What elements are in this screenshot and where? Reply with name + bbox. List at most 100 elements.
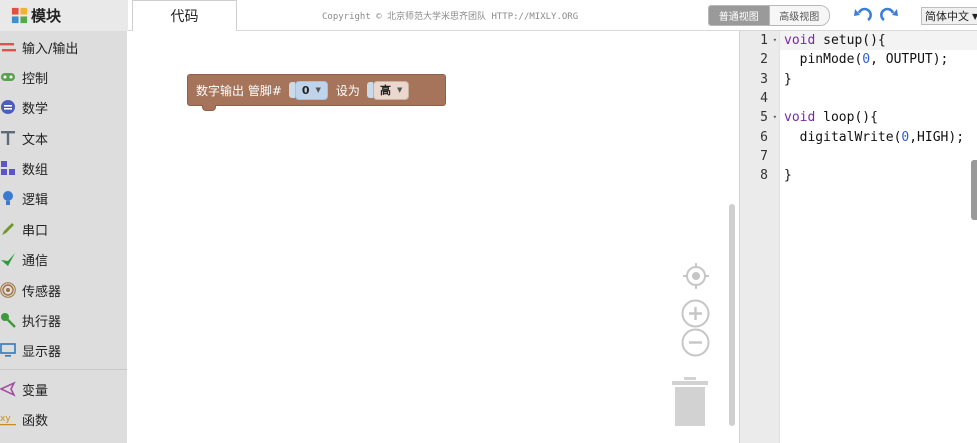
code-line[interactable]: } <box>784 70 792 89</box>
blocks-title: 模块 <box>31 7 62 25</box>
sidebar-item-math[interactable]: 数学 <box>0 93 127 121</box>
recenter-icon[interactable] <box>682 262 710 290</box>
pin-value: 0 <box>301 83 310 97</box>
sidebar-item-serial[interactable]: 串口 <box>0 215 127 243</box>
code-number: 0 <box>862 52 871 67</box>
code-keyword: void <box>784 33 816 48</box>
math-circle-icon <box>1 100 15 114</box>
sidebar-item-display[interactable]: 显示器 <box>0 336 127 364</box>
sidebar-item-communication[interactable]: 通信 <box>0 245 127 273</box>
view-switch: 普通视图 高级视图 <box>708 5 830 26</box>
code-editor[interactable]: void setup(){ pinMode(0, OUTPUT);} void l… <box>739 31 977 443</box>
code-text: loop(){ <box>815 110 878 125</box>
block-workspace[interactable]: 数字输出 管脚# 0 ▼ 设为 高 ▼ <box>127 31 739 443</box>
set-label: 设为 <box>335 83 360 98</box>
workspace-scrollbar[interactable] <box>729 204 735 426</box>
line-number: 8 <box>760 168 768 183</box>
monitor-icon <box>0 343 16 357</box>
io-arrows-icon <box>0 43 16 52</box>
arrow-icon <box>1 253 15 266</box>
chevron-down-icon: ▼ <box>972 12 977 21</box>
code-text: setup(){ <box>815 33 886 48</box>
line-number: 4 <box>760 91 768 106</box>
normal-view-button[interactable]: 普通视图 <box>709 6 769 25</box>
code-text: pinMode( <box>784 52 863 67</box>
zoom-in-icon[interactable] <box>680 298 711 329</box>
copyright-text: Copyright © 北京师范大学米思齐团队 HTTP://MIXLY.ORG <box>322 12 579 22</box>
sidebar-item-label: 变量 <box>22 383 49 399</box>
sidebar-item-label: 文本 <box>22 132 49 148</box>
line-number: 7 <box>760 149 768 164</box>
level-value: 高 <box>379 84 391 97</box>
undo-icon[interactable] <box>852 5 874 25</box>
actuator-icon <box>1 313 16 328</box>
code-text: ,HIGH); <box>909 130 965 145</box>
gamepad-icon <box>1 73 15 81</box>
chevron-down-icon: ▼ <box>315 86 321 94</box>
code-text: } <box>784 72 792 87</box>
text-t-icon <box>1 131 15 145</box>
digital-write-block[interactable]: 数字输出 管脚# 0 ▼ 设为 高 ▼ <box>187 74 446 111</box>
sidebar-item-logic[interactable]: 逻辑 <box>0 184 127 212</box>
pen-icon <box>2 223 14 235</box>
code-line[interactable]: pinMode(0, OUTPUT); <box>784 50 949 69</box>
sidebar-item-label: 传感器 <box>22 284 62 300</box>
code-keyword: void <box>784 110 816 125</box>
zoom-out-icon[interactable] <box>680 327 711 358</box>
sidebar-item-label: 执行器 <box>22 314 62 330</box>
chevron-down-icon: ▼ <box>396 86 403 94</box>
bulb-icon <box>3 191 13 205</box>
block-label: 数字输出 管脚# <box>196 83 282 98</box>
code-text: digitalWrite( <box>784 130 902 145</box>
line-number: 5 ▾ <box>760 108 777 127</box>
sidebar-item-functions[interactable]: xy 函数 <box>0 405 127 433</box>
array-blocks-icon <box>1 161 15 175</box>
tab-code[interactable]: 代码 <box>132 0 237 31</box>
sidebar-divider <box>0 369 127 370</box>
sidebar-item-label: 显示器 <box>22 344 62 360</box>
pin-dropdown[interactable]: 0 ▼ <box>294 80 328 100</box>
variable-icon <box>0 381 16 397</box>
sidebar-item-array[interactable]: 数组 <box>0 154 127 182</box>
redo-icon[interactable] <box>878 5 900 25</box>
code-text: } <box>784 168 792 183</box>
sidebar-item-actuator[interactable]: 执行器 <box>0 306 127 334</box>
sidebar-item-sensor[interactable]: 传感器 <box>0 276 127 304</box>
sidebar-item-control[interactable]: 控制 <box>0 63 127 91</box>
code-line[interactable]: void loop(){ <box>784 108 878 127</box>
side-panel-handle[interactable] <box>971 160 977 220</box>
level-dropdown[interactable]: 高 ▼ <box>372 80 410 100</box>
sidebar-item-text[interactable]: 文本 <box>0 124 127 152</box>
sidebar-item-label: 串口 <box>22 223 49 239</box>
category-sidebar: 输入/输出 控制 数学 文本 数组 逻辑 串口 通信 传感器 执行器 显示器 变… <box>0 31 127 443</box>
code-text: , OUTPUT); <box>870 52 949 67</box>
code-line[interactable]: digitalWrite(0,HIGH); <box>784 128 964 147</box>
line-number: 6 <box>760 130 768 145</box>
sidebar-item-io[interactable]: 输入/输出 <box>0 33 127 61</box>
language-value: 简体中文 <box>925 10 969 23</box>
advanced-view-button[interactable]: 高级视图 <box>768 6 829 25</box>
sensor-icon <box>0 282 16 298</box>
function-xy-icon: xy <box>0 414 16 426</box>
fold-arrow-icon[interactable]: ▾ <box>773 108 777 127</box>
sidebar-item-label: 输入/输出 <box>22 41 79 57</box>
language-select[interactable]: 简体中文 ▼ <box>921 7 977 25</box>
puzzle-icon <box>11 7 28 24</box>
sidebar-item-variables[interactable]: 变量 <box>0 375 127 403</box>
line-number: 3 <box>760 72 768 87</box>
svg-text:xy: xy <box>0 414 11 424</box>
sidebar-item-label: 函数 <box>22 413 49 429</box>
line-number: 1 ▾ <box>760 31 777 50</box>
sidebar-item-label: 通信 <box>22 253 49 269</box>
sidebar-item-label: 逻辑 <box>22 192 49 208</box>
code-line[interactable]: void setup(){ <box>780 31 977 50</box>
line-number: 2 <box>760 52 768 67</box>
fold-arrow-icon[interactable]: ▾ <box>773 31 777 50</box>
mixly-app: 模块 代码 Copyright © 北京师范大学米思齐团队 HTTP://MIX… <box>0 0 977 443</box>
code-area[interactable]: void setup(){ pinMode(0, OUTPUT);} void l… <box>780 31 977 443</box>
sidebar-item-label: 控制 <box>22 71 49 87</box>
trash-icon[interactable] <box>671 377 709 427</box>
code-line[interactable]: } <box>784 166 792 185</box>
sidebar-item-label: 数组 <box>22 162 49 178</box>
block-notch <box>202 105 216 111</box>
